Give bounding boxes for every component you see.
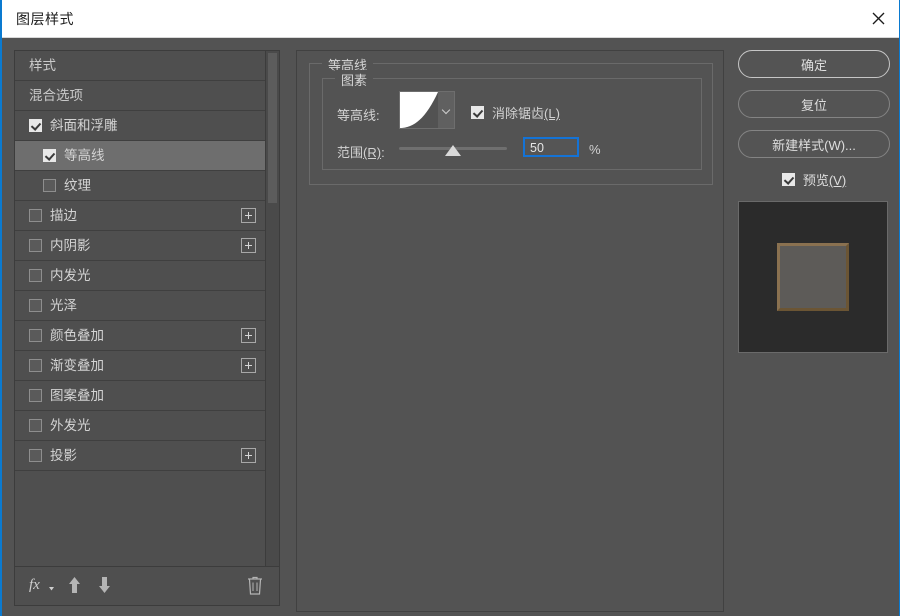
add-stroke-icon[interactable]: [241, 208, 256, 223]
sidebar-item-inner-shadow[interactable]: 内阴影: [15, 231, 266, 261]
sidebar-item-label: 内阴影: [50, 239, 91, 253]
checkbox-stroke[interactable]: [29, 209, 42, 222]
checkbox-pattern-overlay[interactable]: [29, 389, 42, 402]
sidebar-item-label: 外发光: [50, 419, 91, 433]
fx-icon[interactable]: fx: [29, 575, 55, 600]
sidebar-toolbar: fx: [15, 566, 279, 605]
arrow-up-icon[interactable]: [67, 576, 82, 599]
ok-button[interactable]: 确定: [738, 50, 890, 78]
sidebar-item-stroke[interactable]: 描边: [15, 201, 266, 231]
right-panel: 确定 复位 新建样式(W)... 预览(V): [738, 50, 890, 353]
sidebar-item-outer-glow[interactable]: 外发光: [15, 411, 266, 441]
sidebar-item-contour[interactable]: 等高线: [15, 141, 266, 171]
sidebar-item-label: 光泽: [50, 299, 77, 313]
checkbox-bevel-emboss[interactable]: [29, 119, 42, 132]
checkbox-preview[interactable]: [782, 173, 795, 186]
title-bar: 图层样式: [2, 0, 900, 38]
sidebar-item-label: 投影: [50, 449, 77, 463]
range-field-label: 范围(R):: [337, 142, 385, 161]
sidebar-item-label: 等高线: [64, 149, 105, 163]
sidebar-scrollbar-thumb[interactable]: [268, 53, 277, 203]
fx-glyph: fx: [29, 575, 55, 595]
add-gradient-overlay-icon[interactable]: [241, 358, 256, 373]
sidebar-item-texture[interactable]: 纹理: [15, 171, 266, 201]
sidebar-item-color-overlay[interactable]: 颜色叠加: [15, 321, 266, 351]
sidebar-item-label: 纹理: [64, 179, 91, 193]
checkbox-drop-shadow[interactable]: [29, 449, 42, 462]
contour-picker[interactable]: [399, 91, 455, 129]
checkbox-gradient-overlay[interactable]: [29, 359, 42, 372]
trash-icon[interactable]: [247, 576, 263, 600]
reset-button[interactable]: 复位: [738, 90, 890, 118]
styles-sidebar: 样式 混合选项 斜面和浮雕 等高线 纹理 描边: [14, 50, 280, 606]
sidebar-item-blending-options[interactable]: 混合选项: [15, 81, 266, 111]
add-color-overlay-icon[interactable]: [241, 328, 256, 343]
elements-group-title: 图素: [335, 70, 373, 89]
sidebar-item-label: 斜面和浮雕: [50, 119, 118, 133]
arrow-up-glyph: [67, 576, 82, 594]
sidebar-scrollbar[interactable]: [265, 51, 279, 567]
new-style-button[interactable]: 新建样式(W)...: [738, 130, 890, 158]
preview-label: 预览(V): [803, 170, 846, 189]
chevron-down-icon[interactable]: [438, 92, 454, 128]
checkbox-contour[interactable]: [43, 149, 56, 162]
preview-thumbnail: [738, 201, 888, 353]
range-input[interactable]: 50: [523, 137, 579, 157]
sidebar-item-label: 样式: [29, 59, 56, 73]
checkbox-outer-glow[interactable]: [29, 419, 42, 432]
window-title: 图层样式: [16, 9, 74, 29]
contour-curve-glyph: [400, 92, 438, 128]
arrow-down-icon[interactable]: [97, 576, 112, 599]
layer-style-dialog: 图层样式 样式 混合选项 斜面和浮雕 等高线: [0, 0, 900, 616]
sidebar-item-label: 图案叠加: [50, 389, 104, 403]
checkbox-inner-glow[interactable]: [29, 269, 42, 282]
anti-alias-option[interactable]: 消除锯齿(L): [471, 103, 560, 122]
contour-preview-icon: [400, 92, 438, 128]
sidebar-item-inner-glow[interactable]: 内发光: [15, 261, 266, 291]
sidebar-item-label: 混合选项: [29, 89, 83, 103]
sidebar-item-styles[interactable]: 样式: [15, 51, 266, 81]
arrow-down-glyph: [97, 576, 112, 594]
svg-text:fx: fx: [29, 577, 40, 593]
contour-group: 等高线 图素 等高线: 消除锯齿(L): [309, 63, 713, 185]
close-icon: [872, 12, 885, 25]
sidebar-item-label: 颜色叠加: [50, 329, 104, 343]
checkbox-texture[interactable]: [43, 179, 56, 192]
preview-option[interactable]: 预览(V): [738, 170, 890, 189]
add-inner-shadow-icon[interactable]: [241, 238, 256, 253]
sidebar-item-label: 渐变叠加: [50, 359, 104, 373]
sidebar-item-gradient-overlay[interactable]: 渐变叠加: [15, 351, 266, 381]
main-panel: 等高线 图素 等高线: 消除锯齿(L): [296, 50, 724, 612]
sidebar-item-label: 内发光: [50, 269, 91, 283]
range-slider-thumb[interactable]: [445, 145, 461, 156]
checkbox-color-overlay[interactable]: [29, 329, 42, 342]
preview-swatch: [777, 243, 849, 311]
close-button[interactable]: [854, 0, 900, 37]
checkbox-inner-shadow[interactable]: [29, 239, 42, 252]
add-drop-shadow-icon[interactable]: [241, 448, 256, 463]
sidebar-item-satin[interactable]: 光泽: [15, 291, 266, 321]
sidebar-item-drop-shadow[interactable]: 投影: [15, 441, 266, 471]
sidebar-item-bevel-emboss[interactable]: 斜面和浮雕: [15, 111, 266, 141]
range-unit-label: %: [589, 142, 601, 157]
trash-glyph: [247, 576, 263, 595]
checkbox-anti-alias[interactable]: [471, 106, 484, 119]
sidebar-item-label: 描边: [50, 209, 77, 223]
style-list: 样式 混合选项 斜面和浮雕 等高线 纹理 描边: [15, 51, 267, 567]
elements-group: 图素 等高线: 消除锯齿(L) 范围(R):: [322, 78, 702, 170]
range-slider[interactable]: [399, 147, 507, 150]
sidebar-item-pattern-overlay[interactable]: 图案叠加: [15, 381, 266, 411]
contour-field-label: 等高线:: [337, 105, 380, 124]
checkbox-satin[interactable]: [29, 299, 42, 312]
anti-alias-label: 消除锯齿(L): [492, 103, 560, 122]
